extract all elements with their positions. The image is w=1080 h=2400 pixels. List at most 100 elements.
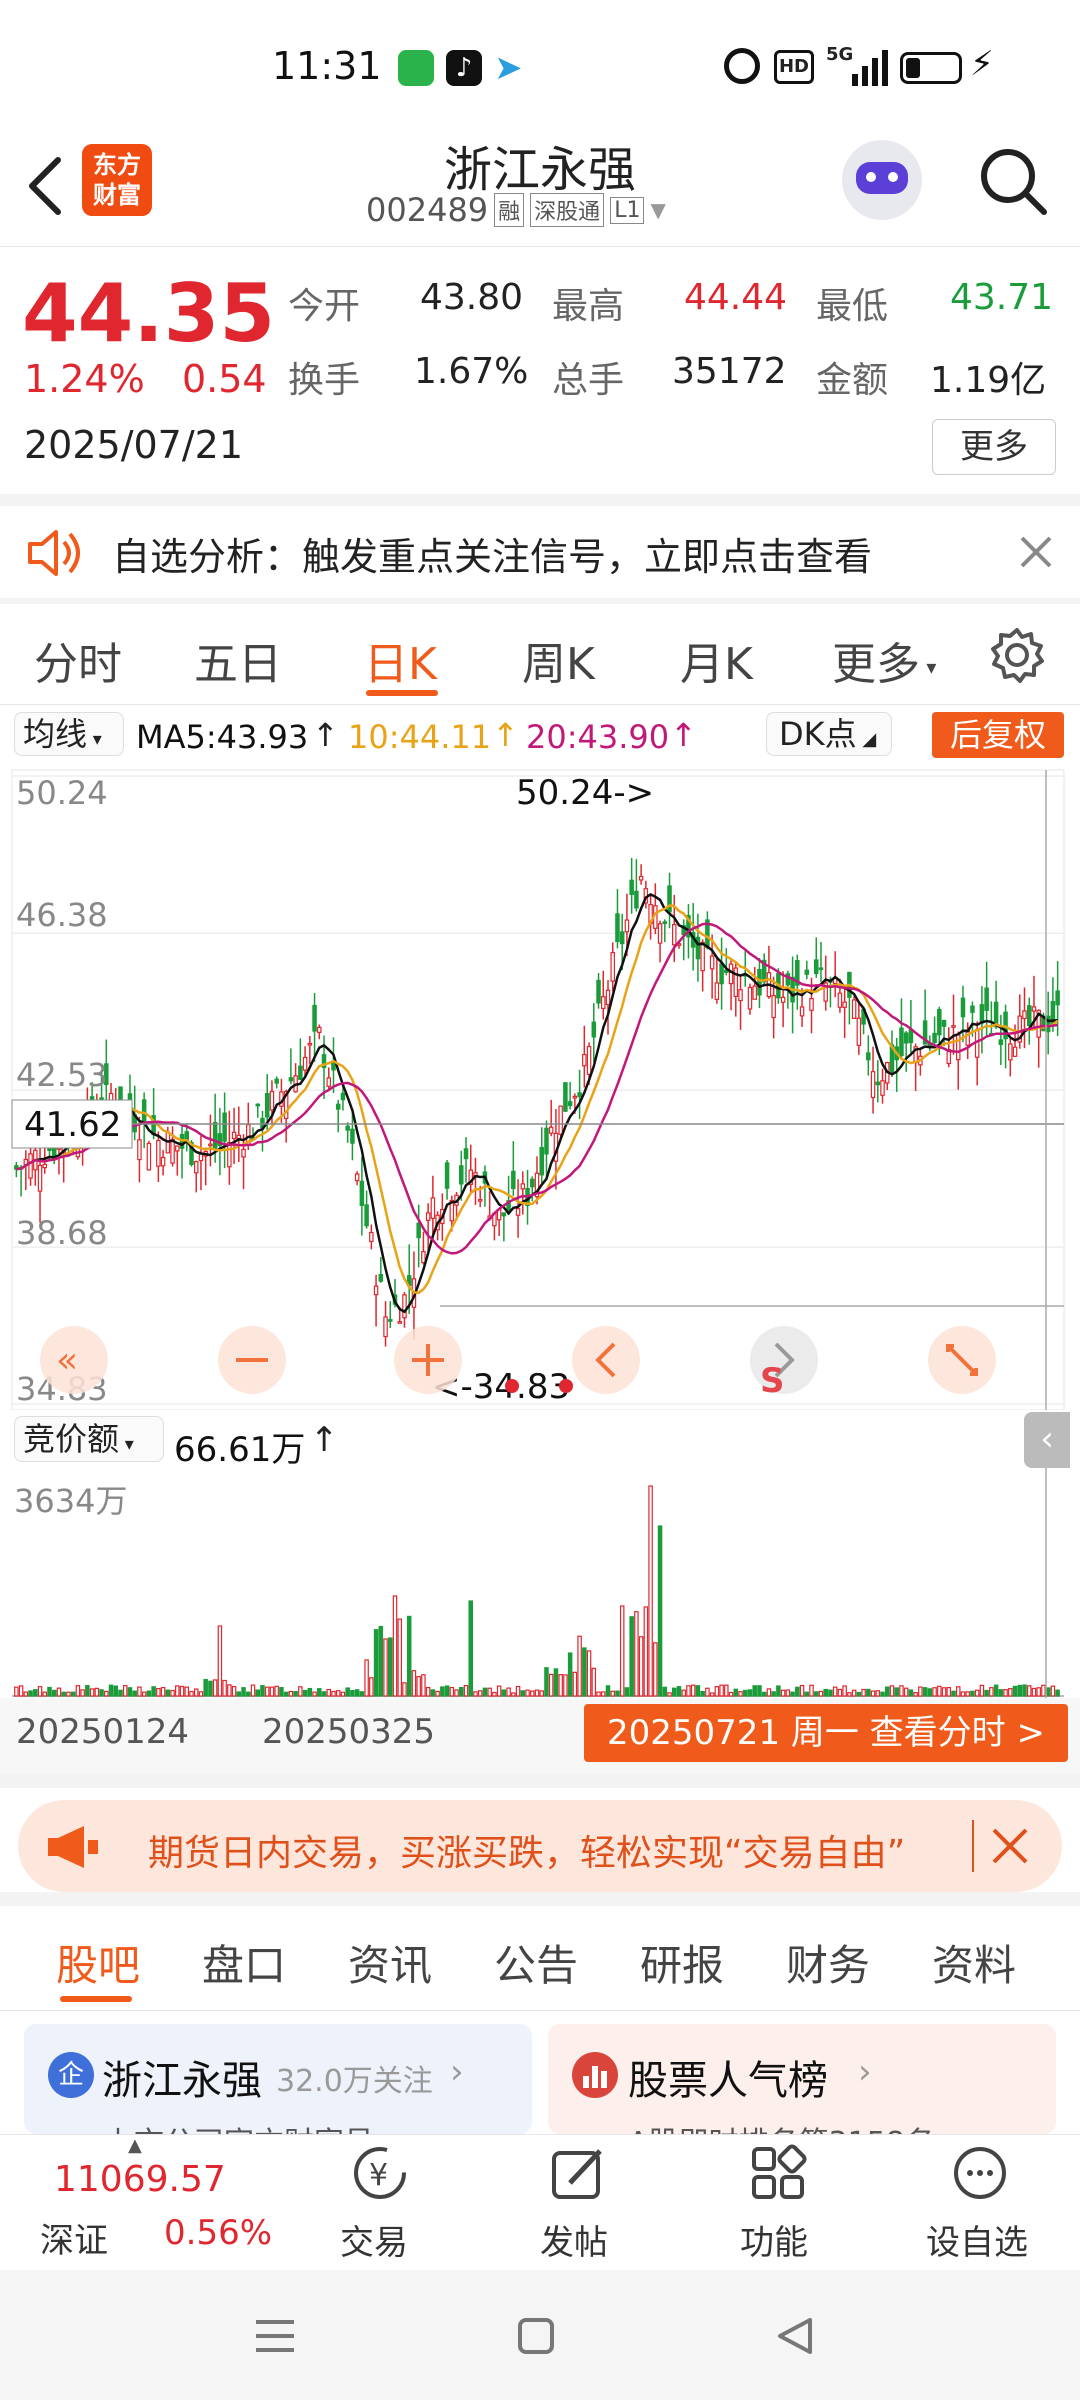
candle-body (340, 1092, 346, 1101)
tab-weekly-k[interactable]: 周K (522, 628, 595, 692)
volume-bar (738, 1691, 743, 1697)
ad-text: 期货日内交易，买涨买跌，轻松实现“交易自由” (148, 1833, 906, 1874)
volume-bar (231, 1685, 237, 1697)
rank-icon (572, 2052, 618, 2098)
nav-menu-icon[interactable] (252, 2316, 298, 2356)
volume-bar (288, 1690, 294, 1697)
volume-bar (832, 1686, 838, 1697)
tab-monthly-k[interactable]: 月K (680, 628, 753, 692)
ma-select[interactable]: 均线 ▾ (14, 712, 124, 756)
nav-back-icon[interactable] (772, 2314, 816, 2358)
volume-bar (463, 1684, 469, 1697)
volume-bar (402, 1682, 407, 1697)
adjust-button[interactable]: 后复权 (932, 712, 1064, 758)
add-watch-button[interactable]: 设自选 (910, 2135, 1050, 2271)
post-button[interactable]: 发帖 (520, 2135, 636, 2271)
candle-body (837, 992, 843, 1008)
volume-bar (823, 1688, 828, 1697)
volume-bar (653, 1642, 658, 1697)
post-label: 发帖 (540, 2223, 608, 2263)
volume-bar (563, 1674, 568, 1697)
nav-home-icon[interactable] (516, 2316, 556, 2356)
candle-body (842, 1001, 847, 1008)
search-icon[interactable] (976, 144, 1052, 220)
tab-profile[interactable]: 资料 (932, 1932, 1016, 1993)
tab-daily-k[interactable]: 日K (364, 628, 437, 692)
ad-close-icon[interactable] (990, 1826, 1030, 1866)
candle-body (383, 1316, 388, 1338)
tab-intraday[interactable]: 分时 (34, 628, 122, 692)
notice-bar[interactable]: 自选分析：触发重点关注信号，立即点击查看 (0, 506, 1080, 598)
prev-button[interactable] (572, 1326, 640, 1394)
volume-bar (170, 1689, 175, 1697)
candle-body (870, 1071, 876, 1099)
back-arrow-icon[interactable] (20, 154, 70, 218)
app-logo[interactable]: 东方 财富 (82, 144, 152, 216)
candle-body (638, 875, 644, 881)
volume-bar (884, 1686, 890, 1697)
volume-bar (312, 1691, 317, 1697)
volume-bar (719, 1684, 724, 1697)
volume-bar (705, 1687, 710, 1697)
candle-body (714, 982, 720, 1000)
volume-bar (392, 1595, 398, 1697)
volume-bar (903, 1687, 909, 1697)
candle-body (941, 1019, 947, 1027)
index-widget[interactable]: ▲ 11069.57 深证 0.56% (0, 2135, 290, 2271)
volume-bar (515, 1685, 521, 1697)
tab-order-book[interactable]: 盘口 (202, 1932, 286, 1993)
volume-bar (937, 1685, 942, 1697)
candle-body (175, 1145, 180, 1152)
volume-bar (615, 1690, 620, 1697)
volume-bar (619, 1605, 625, 1697)
rank-title: 股票人气榜 (628, 2058, 828, 2104)
max-annotation: 50.24-> (516, 773, 654, 813)
tab-five-day[interactable]: 五日 (194, 628, 282, 692)
candle-body (771, 994, 776, 1019)
volume-chart[interactable]: 3634万 (0, 1468, 1080, 1698)
tab-forum[interactable]: 股吧 (56, 1932, 140, 1993)
volume-bar (941, 1687, 947, 1697)
volume-bar (283, 1691, 289, 1697)
ad-banner[interactable]: 期货日内交易，买涨买跌，轻松实现“交易自由” (18, 1800, 1062, 1892)
volume-indicator-select[interactable]: 竞价额 ▾ (14, 1416, 164, 1462)
tab-research[interactable]: 研报 (640, 1932, 724, 1993)
volume-bar (264, 1686, 270, 1697)
rank-card[interactable]: 股票人气榜 › A股即时排名第3158名 (548, 2024, 1056, 2134)
volume-bar (473, 1691, 478, 1697)
tab-announcements[interactable]: 公告 (494, 1932, 578, 1993)
candlestick-chart[interactable]: 50.24 46.38 42.53 38.68 34.83 41.62 50.2… (0, 760, 1080, 1410)
selected-date-button[interactable]: 20250721 周一 查看分时 > (584, 1704, 1068, 1762)
volume-bar (951, 1690, 956, 1697)
volume-bar (984, 1689, 989, 1697)
volume-bar (530, 1690, 535, 1697)
tab-news[interactable]: 资讯 (348, 1932, 432, 1993)
volume-bar (33, 1689, 38, 1697)
function-button[interactable]: 功能 (720, 2135, 836, 2271)
change-percent: 1.24% (24, 357, 145, 401)
company-card[interactable]: 企 浙江永强 32.0万关注 › 上市公司官方财富号 (24, 2024, 532, 2134)
volume-bar (317, 1688, 322, 1697)
tab-more[interactable]: 更多 ▾ (832, 628, 936, 692)
volume-bar (321, 1691, 327, 1697)
volume-bar (847, 1692, 852, 1697)
chevron-left-icon[interactable]: ‹ (1024, 1412, 1070, 1468)
volume-bar (468, 1600, 473, 1697)
candle-body (364, 1204, 369, 1227)
close-icon[interactable] (1016, 532, 1056, 572)
more-button[interactable]: 更多 (932, 419, 1056, 475)
candle-body (757, 968, 762, 996)
tab-financials[interactable]: 财务 (786, 1932, 870, 1993)
volume-bar (875, 1690, 881, 1697)
stock-meta[interactable]: 002489 融 深股通 L1 ▼ (366, 190, 666, 230)
dk-select[interactable]: DK点 ◢ (766, 712, 892, 756)
robot-avatar-icon[interactable] (842, 140, 922, 220)
trade-button[interactable]: ¥ 交易 (320, 2135, 436, 2271)
volume-bar (553, 1668, 559, 1697)
volume-bar (66, 1691, 71, 1697)
candle-body (416, 1222, 421, 1239)
gear-icon[interactable] (988, 626, 1046, 684)
volume-bar (790, 1691, 795, 1697)
volume-bar (42, 1691, 48, 1697)
volume-bar (425, 1686, 431, 1697)
